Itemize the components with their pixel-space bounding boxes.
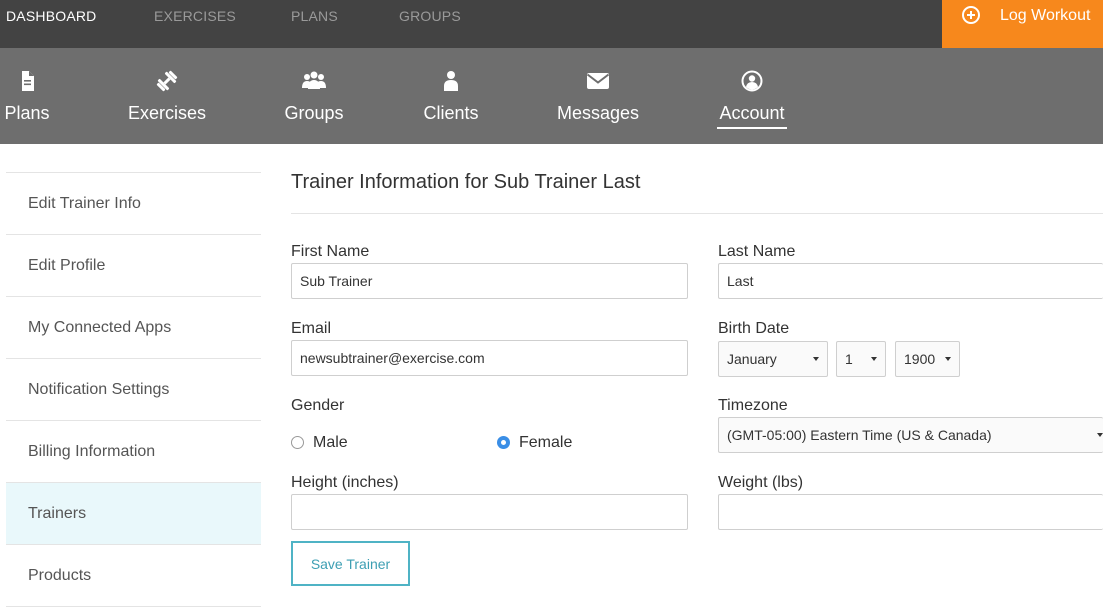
birth-day-value: 1: [845, 351, 853, 367]
chevron-down-icon: [813, 357, 819, 361]
main-navigation: Plans Exercises Groups Clients Messages …: [0, 48, 1103, 144]
nav-item-plans[interactable]: Plans: [0, 48, 54, 144]
sidebar-item-edit-profile[interactable]: Edit Profile: [6, 235, 261, 297]
first-name-input[interactable]: [291, 263, 688, 299]
timezone-select[interactable]: (GMT-05:00) Eastern Time (US & Canada): [718, 417, 1103, 453]
last-name-input[interactable]: [718, 263, 1103, 299]
nav-item-label: Messages: [556, 103, 640, 123]
gender-female-label[interactable]: Female: [519, 434, 572, 452]
user-circle-icon: [741, 70, 763, 92]
nav-item-exercises[interactable]: Exercises: [126, 48, 208, 144]
email-label: Email: [291, 320, 332, 337]
timezone-value: (GMT-05:00) Eastern Time (US & Canada): [727, 427, 992, 443]
log-workout-label: Log Workout: [1000, 7, 1091, 24]
gender-label: Gender: [291, 397, 345, 414]
birth-month-value: January: [727, 351, 777, 367]
weight-label: Weight (lbs): [718, 474, 804, 491]
sidebar-item-edit-trainer-info[interactable]: Edit Trainer Info: [6, 173, 261, 235]
top-tab-groups[interactable]: GROUPS: [399, 0, 461, 48]
chevron-down-icon: [871, 357, 877, 361]
envelope-icon: [586, 73, 610, 89]
title-divider: [291, 213, 1103, 214]
save-trainer-button[interactable]: Save Trainer: [291, 541, 410, 586]
nav-item-account[interactable]: Account: [717, 48, 787, 144]
sidebar-item-products[interactable]: Products: [6, 545, 261, 607]
top-tab-dashboard[interactable]: DASHBOARD: [6, 0, 96, 48]
first-name-label: First Name: [291, 243, 370, 260]
birth-year-select[interactable]: 1900: [895, 341, 960, 377]
birth-date-label: Birth Date: [718, 320, 790, 337]
dumbbell-icon: [156, 70, 178, 92]
height-input[interactable]: [291, 494, 688, 530]
person-icon: [444, 71, 458, 91]
plus-circle-icon: [962, 6, 980, 24]
chevron-down-icon: [1097, 433, 1103, 437]
group-icon: [302, 71, 326, 89]
sidebar-item-trainers[interactable]: Trainers: [6, 483, 261, 545]
document-icon: [22, 71, 34, 91]
nav-item-label: Clients: [423, 103, 479, 123]
birth-month-select[interactable]: January: [718, 341, 828, 377]
top-tab-plans[interactable]: PLANS: [291, 0, 338, 48]
top-navigation-bar: DASHBOARD EXERCISES PLANS GROUPS Log Wor…: [0, 0, 1103, 48]
nav-item-label: Groups: [284, 103, 344, 123]
gender-male-radio[interactable]: [291, 436, 304, 449]
log-workout-button[interactable]: Log Workout: [942, 0, 1103, 48]
last-name-label: Last Name: [718, 243, 796, 260]
birth-year-value: 1900: [904, 351, 936, 367]
height-label: Height (inches): [291, 474, 399, 491]
chevron-down-icon: [945, 357, 951, 361]
gender-male-label[interactable]: Male: [313, 434, 348, 452]
sidebar-item-connected-apps[interactable]: My Connected Apps: [6, 297, 261, 359]
sidebar-item-billing-information[interactable]: Billing Information: [6, 421, 261, 483]
nav-item-groups[interactable]: Groups: [282, 48, 346, 144]
page-title: Trainer Information for Sub Trainer Last: [291, 171, 641, 193]
account-sidebar: Edit Trainer Info Edit Profile My Connec…: [6, 172, 261, 607]
birth-day-select[interactable]: 1: [836, 341, 886, 377]
top-tab-exercises[interactable]: EXERCISES: [154, 0, 236, 48]
sidebar-item-notification-settings[interactable]: Notification Settings: [6, 359, 261, 421]
nav-item-clients[interactable]: Clients: [421, 48, 481, 144]
nav-item-label: Plans: [4, 103, 50, 123]
weight-input[interactable]: [718, 494, 1103, 530]
nav-item-label: Account: [717, 102, 787, 129]
gender-female-radio[interactable]: [497, 436, 510, 449]
nav-item-messages[interactable]: Messages: [556, 48, 640, 144]
nav-item-label: Exercises: [127, 103, 207, 123]
email-input[interactable]: [291, 340, 688, 376]
timezone-label: Timezone: [718, 397, 788, 414]
